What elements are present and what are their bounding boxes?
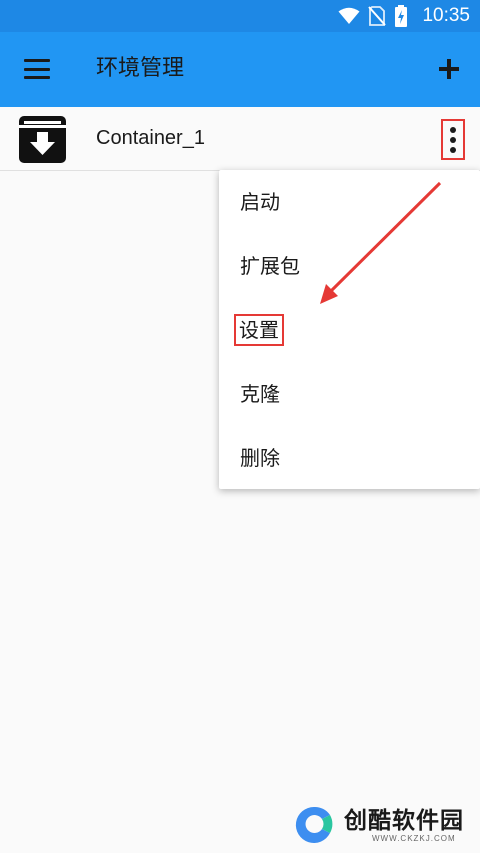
list-item-container[interactable]: Container_1: [0, 107, 480, 171]
watermark-url: WWW.CKZKJ.COM: [372, 833, 456, 843]
more-vert-icon[interactable]: [441, 119, 465, 160]
battery-charging-icon: [395, 5, 408, 27]
status-time: 10:35: [422, 5, 470, 26]
menu-item-start[interactable]: 启动: [219, 170, 480, 234]
container-name: Container_1: [96, 127, 205, 149]
wifi-icon: [338, 7, 360, 24]
menu-item-clone[interactable]: 克隆: [219, 362, 480, 426]
no-sim-icon: [368, 6, 387, 26]
status-icons: 10:35: [338, 0, 470, 32]
menu-item-label: 克隆: [240, 382, 280, 406]
app-bar: 环境管理: [0, 32, 480, 107]
menu-item-label: 删除: [240, 446, 280, 470]
hamburger-menu-icon[interactable]: [22, 56, 52, 82]
menu-item-delete[interactable]: 删除: [219, 426, 480, 490]
menu-item-extension-pack[interactable]: 扩展包: [219, 234, 480, 298]
page-title: 环境管理: [96, 56, 185, 81]
watermark-title: 创酷软件园: [344, 807, 464, 834]
menu-item-label: 启动: [240, 190, 280, 214]
menu-item-settings[interactable]: 设置: [219, 298, 480, 362]
popup-menu: 启动 扩展包 设置 克隆 删除: [219, 170, 480, 489]
status-bar: 10:35: [0, 0, 480, 32]
menu-item-label: 扩展包: [240, 254, 300, 278]
plus-icon[interactable]: [434, 54, 464, 84]
watermark: 创酷软件园 WWW.CKZKJ.COM: [292, 803, 472, 847]
archive-download-icon: [19, 116, 66, 163]
watermark-text: 创酷软件园 WWW.CKZKJ.COM: [344, 808, 464, 843]
menu-item-label: 设置: [234, 314, 284, 346]
watermark-logo-icon: [295, 806, 333, 843]
